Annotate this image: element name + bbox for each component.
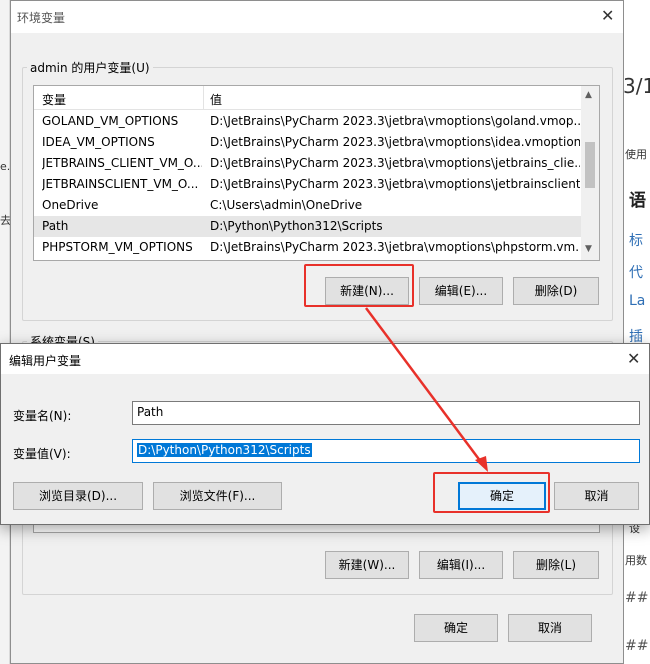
annotation-arrow — [364, 307, 488, 472]
